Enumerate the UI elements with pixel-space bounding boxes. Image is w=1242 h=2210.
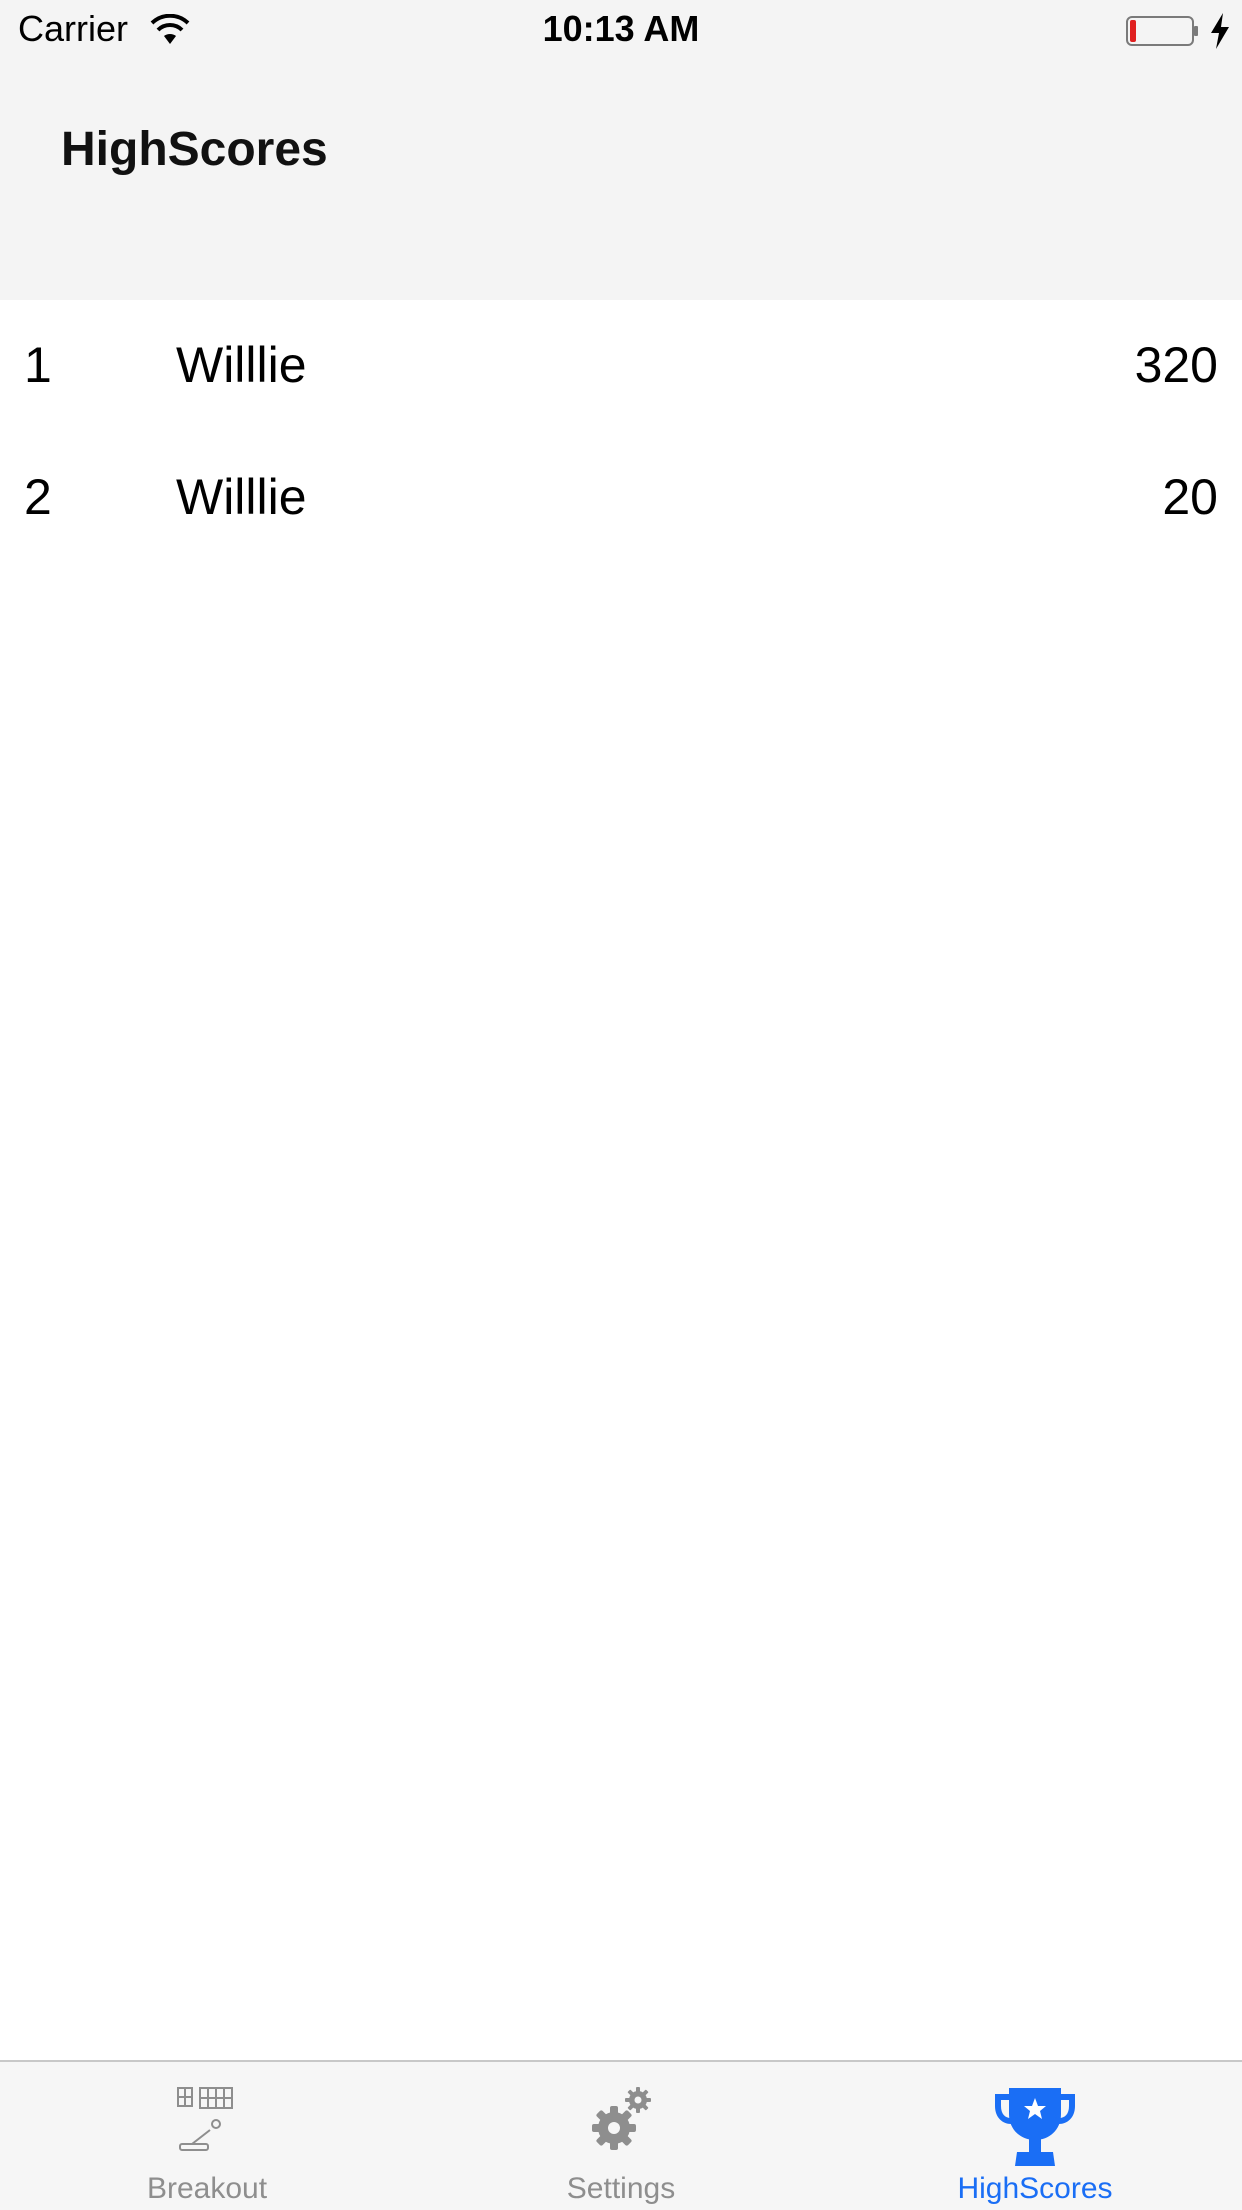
- trophy-icon: [995, 2088, 1075, 2166]
- tab-settings[interactable]: Settings: [414, 2062, 828, 2210]
- charging-bolt-icon: [1211, 13, 1229, 49]
- tab-breakout[interactable]: Breakout: [0, 2062, 414, 2210]
- player-name: Willlie: [176, 337, 307, 393]
- tab-highscores[interactable]: HighScores: [828, 2062, 1242, 2210]
- rank-label: 1: [24, 337, 52, 393]
- highscore-row[interactable]: 1 Willlie 320: [0, 300, 1242, 432]
- status-bar: Carrier 10:13 AM: [0, 0, 1242, 62]
- highscore-list: 1 Willlie 320 2 Willlie 20: [0, 300, 1242, 564]
- score-value: 20: [1162, 469, 1218, 525]
- tab-label: Breakout: [146, 2172, 268, 2205]
- gear-icon: [592, 2087, 651, 2150]
- tab-label: HighScores: [957, 2172, 1113, 2205]
- highscore-row[interactable]: 2 Willlie 20: [0, 432, 1242, 564]
- tab-bar: Breakout Settings HighScores: [0, 2060, 1242, 2210]
- player-name: Willlie: [176, 469, 307, 525]
- battery-icon: [1126, 16, 1198, 46]
- tab-label: Settings: [566, 2172, 676, 2205]
- score-value: 320: [1134, 337, 1218, 393]
- page-title: HighScores: [61, 123, 328, 176]
- status-time: 10:13 AM: [542, 8, 700, 49]
- breakout-icon: [177, 2087, 233, 2151]
- navigation-header: HighScores: [0, 62, 1242, 300]
- rank-label: 2: [24, 469, 52, 525]
